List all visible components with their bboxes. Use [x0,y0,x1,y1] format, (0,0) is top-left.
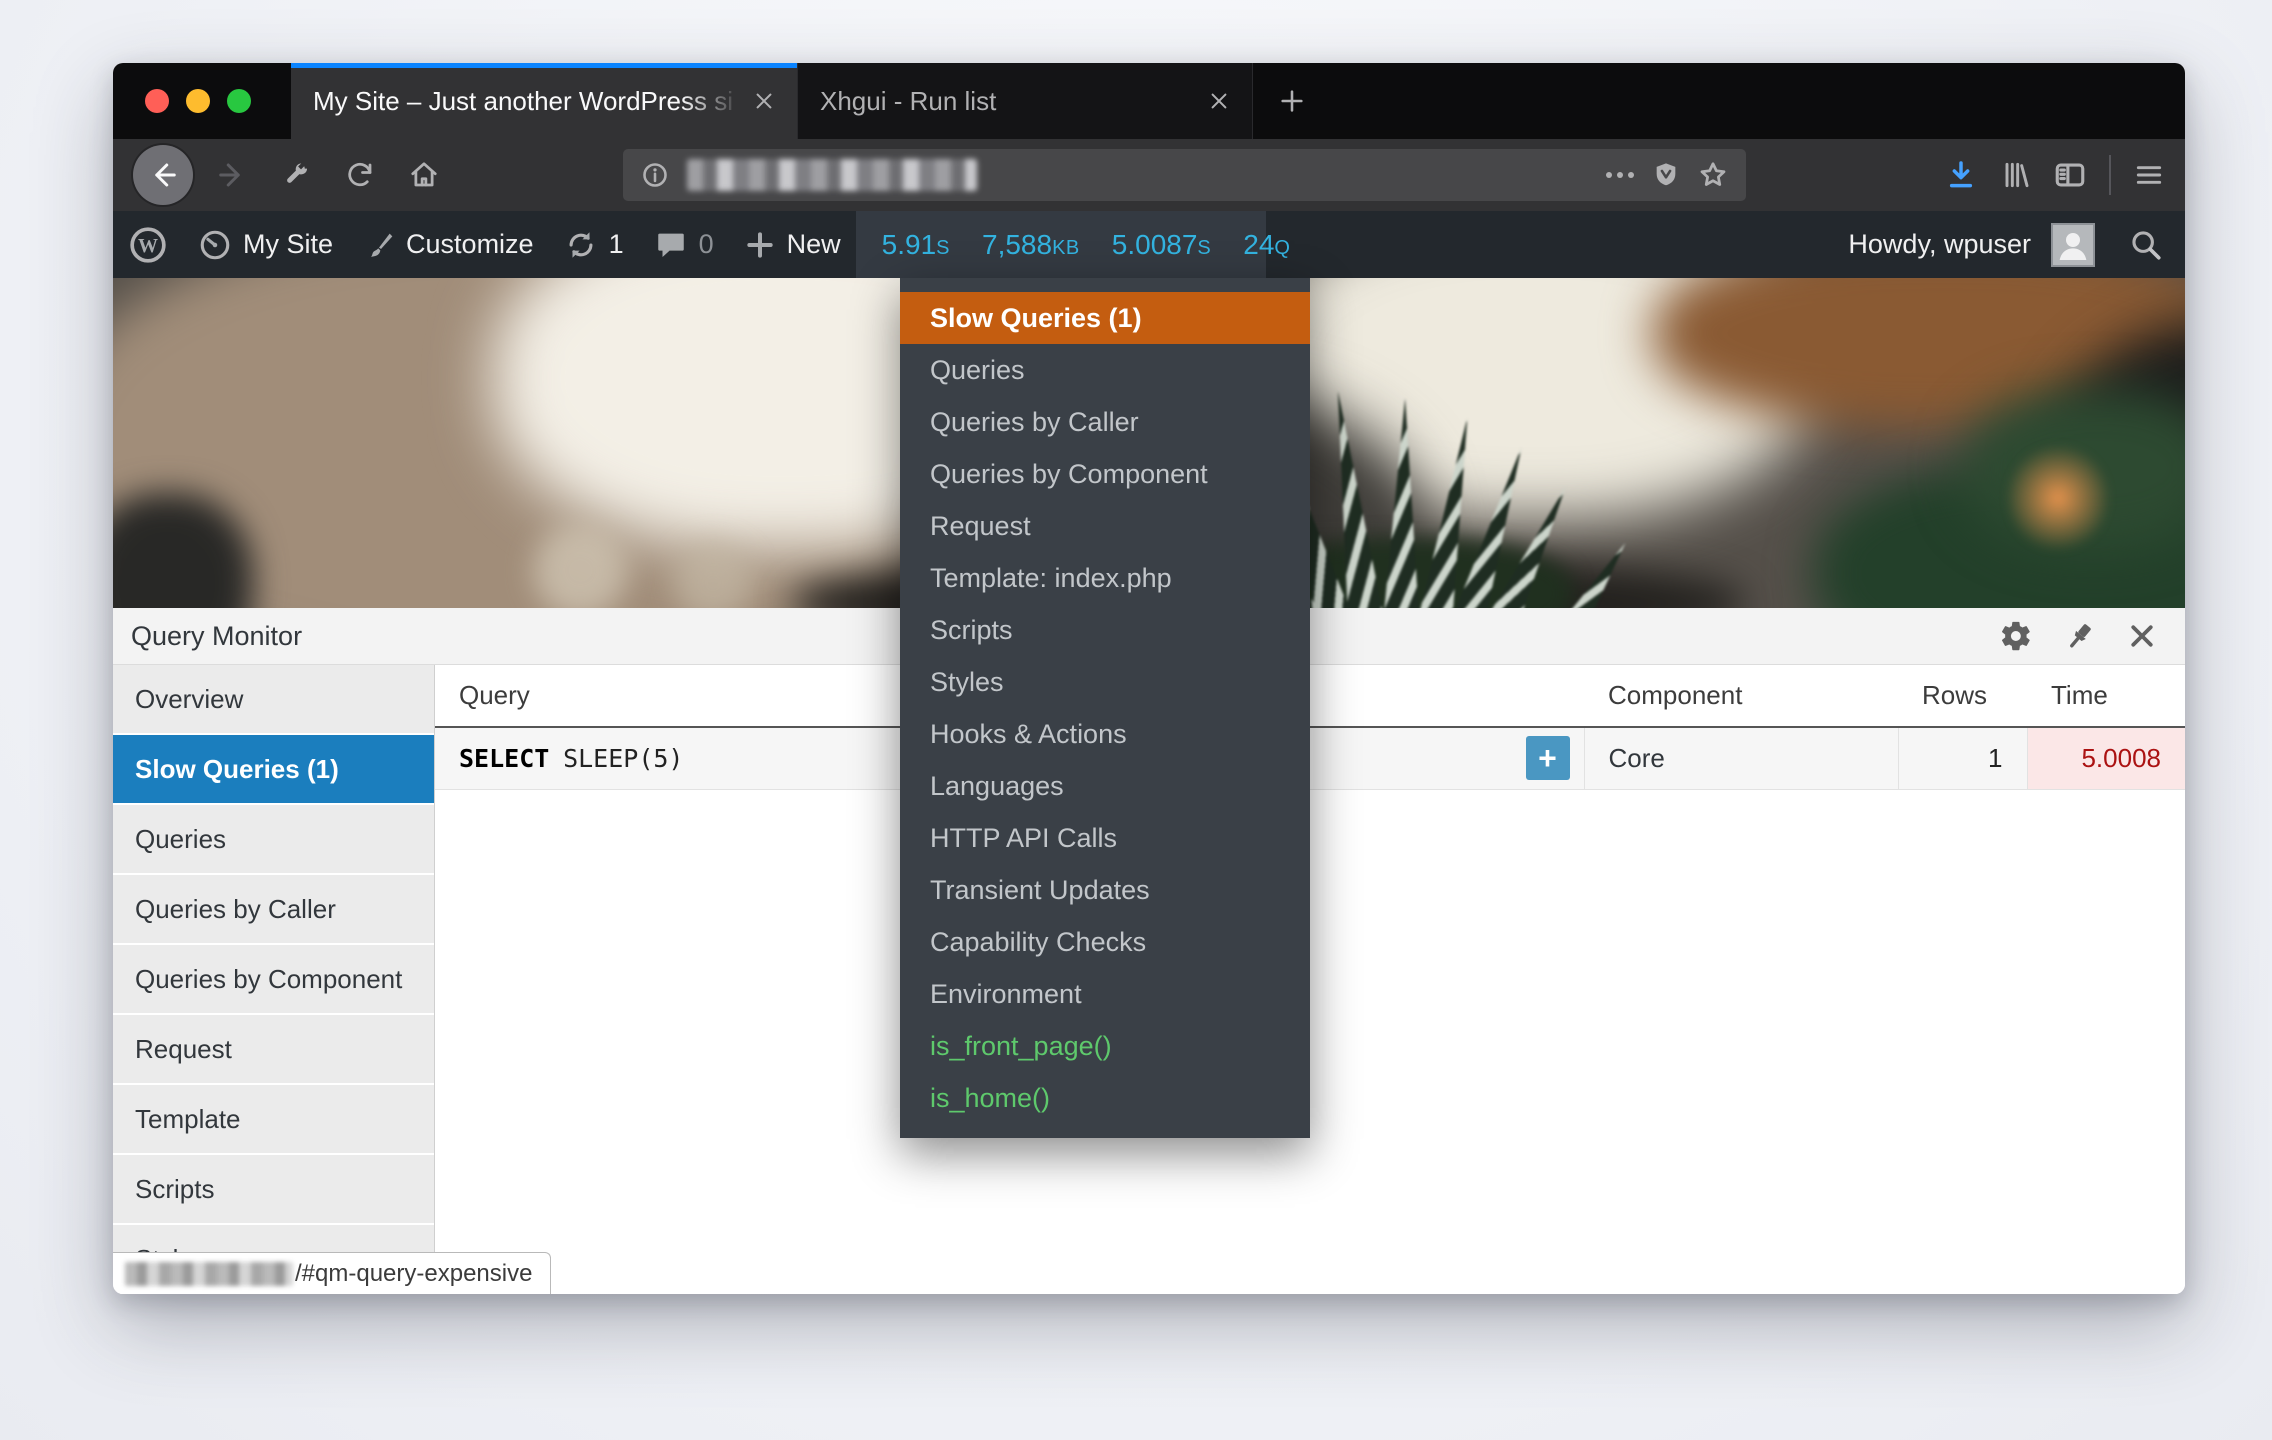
qm-tab-queries-by-component[interactable]: Queries by Component [113,945,434,1015]
qm-stat-query-time: 5.0087S [1112,229,1211,261]
bokeh-orange [2008,443,2108,553]
tab-my-site[interactable]: My Site – Just another WordPress si [291,63,797,139]
my-site-label: My Site [243,229,333,260]
svg-text:W: W [138,235,158,257]
table-row: SELECTSLEEP(5) + Core 1 5.0008 [435,727,2185,789]
home-icon[interactable] [399,150,449,200]
wordpress-logo[interactable]: W [113,211,183,278]
qm-content: Query Component Rows Time SELECTSLEEP(5)… [435,665,2185,1294]
qm-sidebar: Overview Slow Queries (1) Queries Querie… [113,665,435,1294]
menu-item-request[interactable]: Request [900,500,1310,552]
new-label: New [787,229,841,260]
updates-menu[interactable]: 1 [549,211,639,278]
url-bar[interactable] [623,149,1746,201]
zoom-window-button[interactable] [227,89,251,113]
slow-queries-table: Query Component Rows Time SELECTSLEEP(5)… [435,665,2185,790]
menu-item-queries-by-caller[interactable]: Queries by Caller [900,396,1310,448]
window-controls [113,63,291,139]
customize-menu[interactable]: Customize [348,211,549,278]
menu-item-queries[interactable]: Queries [900,344,1310,396]
menu-item-transient-updates[interactable]: Transient Updates [900,864,1310,916]
howdy-label[interactable]: Howdy, wpuser [1848,229,2031,260]
expand-row-button[interactable]: + [1526,736,1570,780]
status-link-suffix: /#qm-query-expensive [295,1260,532,1288]
menu-item-http-api-calls[interactable]: HTTP API Calls [900,812,1310,864]
close-window-button[interactable] [145,89,169,113]
comments-menu[interactable]: 0 [639,211,729,278]
col-header-time: Time [2027,665,2185,727]
succulent-plant [1243,338,1723,608]
browser-toolbar [113,139,2185,211]
menu-hamburger-icon[interactable] [2133,159,2165,191]
menu-item-queries-by-component[interactable]: Queries by Component [900,448,1310,500]
qm-stat-memory: 7,588KB [982,229,1080,261]
tab-close-icon[interactable] [753,90,775,112]
col-header-component: Component [1584,665,1898,727]
link-preview-status-bar: /#qm-query-expensive [113,1252,551,1294]
menu-item-is-home[interactable]: is_home() [900,1072,1310,1124]
menu-item-languages[interactable]: Languages [900,760,1310,812]
menu-item-environment[interactable]: Environment [900,968,1310,1020]
back-button[interactable] [133,145,193,205]
menu-item-is-front-page[interactable]: is_front_page() [900,1020,1310,1072]
qm-panel-title: Query Monitor [131,621,302,652]
browser-tab-bar: My Site – Just another WordPress si Xhgu… [113,63,2185,139]
menu-item-slow-queries[interactable]: Slow Queries (1) [900,292,1310,344]
page-tools-icon[interactable] [271,150,321,200]
forward-button[interactable] [207,150,257,200]
qm-stat-query-count: 24Q [1243,229,1290,261]
reload-icon[interactable] [335,150,385,200]
tab-title: My Site – Just another WordPress si [313,86,741,117]
query-monitor-admin-bar-button[interactable]: 5.91S 7,588KB 5.0087S 24Q [856,211,1266,278]
tracking-shield-icon[interactable] [1652,161,1680,189]
qm-tab-overview[interactable]: Overview [113,665,434,735]
downloads-icon[interactable] [1945,159,1977,191]
menu-item-template[interactable]: Template: index.php [900,552,1310,604]
tab-close-icon[interactable] [1208,90,1230,112]
new-content-menu[interactable]: New [729,211,856,278]
settings-gear-icon[interactable] [1999,619,2033,653]
qm-tab-queries[interactable]: Queries [113,805,434,875]
search-icon[interactable] [2129,228,2163,262]
info-icon[interactable] [641,161,669,189]
close-panel-icon[interactable] [2127,621,2157,651]
redacted-url [687,159,977,191]
menu-item-styles[interactable]: Styles [900,656,1310,708]
col-header-rows: Rows [1898,665,2027,727]
toolbar-separator [2109,155,2111,195]
page-actions-icon[interactable] [1606,172,1634,178]
time-cell: 5.0008 [2027,727,2185,789]
qm-stat-load-time: 5.91S [882,229,950,261]
new-tab-button[interactable] [1252,63,1330,139]
qm-tab-scripts[interactable]: Scripts [113,1155,434,1225]
menu-item-capability-checks[interactable]: Capability Checks [900,916,1310,968]
menu-item-hooks-actions[interactable]: Hooks & Actions [900,708,1310,760]
qm-tab-queries-by-caller[interactable]: Queries by Caller [113,875,434,945]
updates-count: 1 [609,229,624,260]
bookmark-star-icon[interactable] [1698,160,1728,190]
qm-tab-template[interactable]: Template [113,1085,434,1155]
library-icon[interactable] [1999,159,2031,191]
tab-title: Xhgui - Run list [820,86,1196,117]
wp-admin-bar: W My Site Customize 1 0 New 5.91S 7,588K… [113,211,2185,278]
comments-count: 0 [699,229,714,260]
component-cell: Core [1584,727,1898,789]
customize-label: Customize [406,229,534,260]
qm-tab-slow-queries[interactable]: Slow Queries (1) [113,735,434,805]
pin-icon[interactable] [2063,619,2097,653]
qm-tab-request[interactable]: Request [113,1015,434,1085]
rows-cell: 1 [1898,727,2027,789]
qm-admin-bar-dropdown: Slow Queries (1) Queries Queries by Call… [900,278,1310,1138]
menu-item-scripts[interactable]: Scripts [900,604,1310,656]
my-site-menu[interactable]: My Site [183,211,348,278]
browser-window: My Site – Just another WordPress si Xhgu… [113,63,2185,1294]
sidebar-toggle-icon[interactable] [2053,158,2087,192]
redacted-host [125,1262,293,1286]
minimize-window-button[interactable] [186,89,210,113]
avatar[interactable] [2051,223,2095,267]
tab-xhgui[interactable]: Xhgui - Run list [797,63,1252,139]
